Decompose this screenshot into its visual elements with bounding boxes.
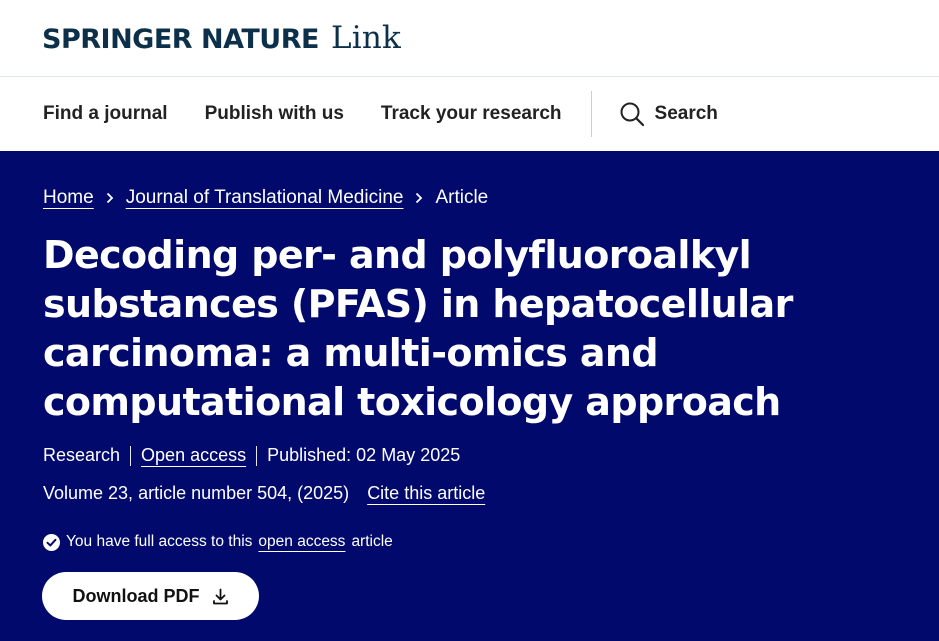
- breadcrumb-journal[interactable]: Journal of Translational Medicine: [126, 187, 404, 209]
- nav-track-research[interactable]: Track your research: [381, 103, 562, 125]
- nav-divider: [590, 91, 592, 137]
- open-access-link[interactable]: Open access: [141, 445, 246, 466]
- access-notice-link[interactable]: open access: [258, 533, 345, 551]
- breadcrumb-current: Article: [435, 187, 489, 208]
- nav-publish-with-us[interactable]: Publish with us: [205, 103, 344, 125]
- article-volume-row: Volume 23, article number 504, (2025) Ci…: [43, 483, 485, 504]
- brand-nature: Nature: [200, 24, 319, 55]
- meta-divider: [130, 445, 132, 466]
- cite-article-link[interactable]: Cite this article: [367, 483, 485, 504]
- article-hero: Home Journal of Translational Medicine A…: [0, 151, 939, 641]
- access-notice-suffix: article: [351, 533, 393, 550]
- search-icon: [620, 102, 644, 127]
- volume-info: Volume 23, article number 504, (2025): [43, 483, 350, 503]
- check-circle-icon: [43, 533, 60, 551]
- springer-nature-link-logo[interactable]: Springer Nature Link: [42, 20, 401, 56]
- nav-find-journal[interactable]: Find a journal: [43, 103, 168, 125]
- breadcrumb-home[interactable]: Home: [43, 187, 94, 209]
- chevron-right-icon: [105, 192, 115, 204]
- article-title: Decoding per- and polyfluoroalkyl substa…: [43, 233, 793, 424]
- download-pdf-label: Download PDF: [72, 585, 200, 606]
- main-nav: Find a journal Publish with us Track you…: [0, 77, 939, 151]
- meta-divider: [256, 445, 258, 466]
- access-notice-prefix: You have full access to this: [66, 533, 253, 550]
- published-date: Published: 02 May 2025: [267, 445, 461, 465]
- chevron-right-icon: [414, 192, 424, 204]
- brand-link: Link: [330, 20, 402, 56]
- site-header: Springer Nature Link: [0, 0, 939, 77]
- brand-springer: Springer: [42, 24, 193, 55]
- search-button[interactable]: Search: [619, 101, 718, 127]
- article-type: Research: [43, 445, 121, 465]
- download-icon: [212, 588, 228, 604]
- brand-name: Springer Nature: [42, 24, 319, 55]
- breadcrumb: Home Journal of Translational Medicine A…: [43, 187, 488, 209]
- search-label: Search: [654, 103, 718, 124]
- access-notice: You have full access to this open access…: [43, 533, 393, 551]
- article-meta: Research Open access Published: 02 May 2…: [43, 445, 460, 466]
- download-pdf-button[interactable]: Download PDF: [42, 572, 259, 620]
